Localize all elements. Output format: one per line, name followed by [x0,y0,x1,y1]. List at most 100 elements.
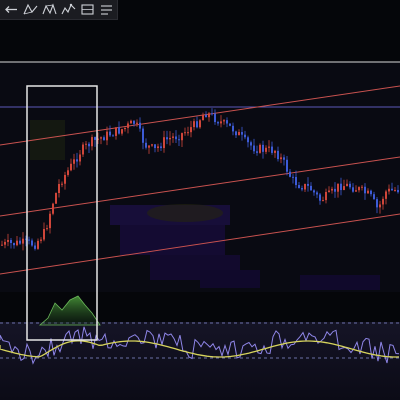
candle-body [112,135,114,137]
candle-body [382,198,384,205]
candle-body [289,171,291,177]
candle-body [319,194,321,201]
candle-body [229,123,231,126]
candle-body [253,145,255,152]
candle-body [142,128,144,143]
candle-body [331,188,333,191]
candle-body [328,190,330,193]
candle-body [322,200,324,202]
candle-body [346,183,348,187]
candle-body [79,154,81,162]
candle-body [379,204,381,208]
candle-body [178,139,180,141]
candle-body [241,132,243,135]
candle-body [16,240,18,246]
candle-body [343,186,345,191]
candle-body [307,183,309,186]
candle-body [361,186,363,188]
candle-body [55,193,57,204]
candle-body [130,120,132,124]
candle-body [355,190,357,192]
candle-body [70,163,72,171]
candle-body [22,238,24,244]
candle-body [196,121,198,128]
candle-body [37,240,39,249]
candle-body [259,144,261,153]
candle-body [301,188,303,190]
candle-body [274,150,276,153]
candle-body [175,136,177,140]
candle-body [154,144,156,149]
candle-body [208,113,210,118]
candle-body [43,228,45,240]
candle-body [172,136,174,138]
candle-body [283,157,285,160]
candle-body [160,146,162,149]
candle-body [82,144,84,155]
candle-body [244,134,246,138]
candle-body [7,239,9,242]
candle-body [34,245,36,249]
candle-body [13,243,15,246]
zigzag-pattern-icon[interactable] [60,1,77,18]
candle-body [271,146,273,153]
candle-body [193,121,195,128]
candle-body [145,142,147,148]
price-chart-canvas[interactable] [0,0,400,400]
candle-body [223,120,225,122]
candle-body [199,120,201,128]
candle-body [280,157,282,160]
candle-body [250,142,252,146]
candle-body [325,192,327,201]
candle-body [337,183,339,192]
candle-body [64,174,66,184]
candle-body [310,185,312,191]
candle-body [31,240,33,246]
candle-body [286,159,288,172]
candle-body [262,144,264,152]
candle-body [214,113,216,123]
candle-body [115,127,117,136]
candle-body [67,170,69,175]
candle-body [103,137,105,141]
candle-body [94,137,96,140]
candle-body [52,203,54,214]
candle-body [118,127,120,134]
abcd-pattern-icon[interactable] [41,1,58,18]
brush-tool-icon[interactable] [98,1,115,18]
candle-body [124,127,126,130]
candle-body [202,114,204,121]
candle-body [367,190,369,194]
candle-body [235,131,237,136]
triangle-pattern-icon[interactable] [22,1,39,18]
candle-body [28,239,30,241]
candle-body [4,241,6,245]
candle-body [247,137,249,143]
candle-body [340,183,342,191]
candle-body [157,146,159,149]
candle-body [58,183,60,194]
candle-body [148,145,150,148]
candle-body [163,137,165,149]
back-arrow-icon[interactable] [3,1,20,18]
candle-body [376,199,378,208]
candle-body [358,187,360,191]
candle-body [169,137,171,140]
candle-body [211,113,213,115]
candle-body [76,159,78,162]
candle-body [100,137,102,139]
candle-body [316,192,318,195]
candle-body [388,188,390,192]
candle-body [238,132,240,136]
candle-body [73,159,75,164]
candle-body [46,228,48,230]
candle-body [91,137,93,147]
trading-chart-window [0,0,400,400]
candle-body [397,189,399,193]
candle-body [226,120,228,124]
candle-body [181,133,183,141]
rectangle-tool-icon[interactable] [79,1,96,18]
candle-body [88,143,90,147]
candle-body [133,120,135,124]
candle-body [391,188,393,191]
